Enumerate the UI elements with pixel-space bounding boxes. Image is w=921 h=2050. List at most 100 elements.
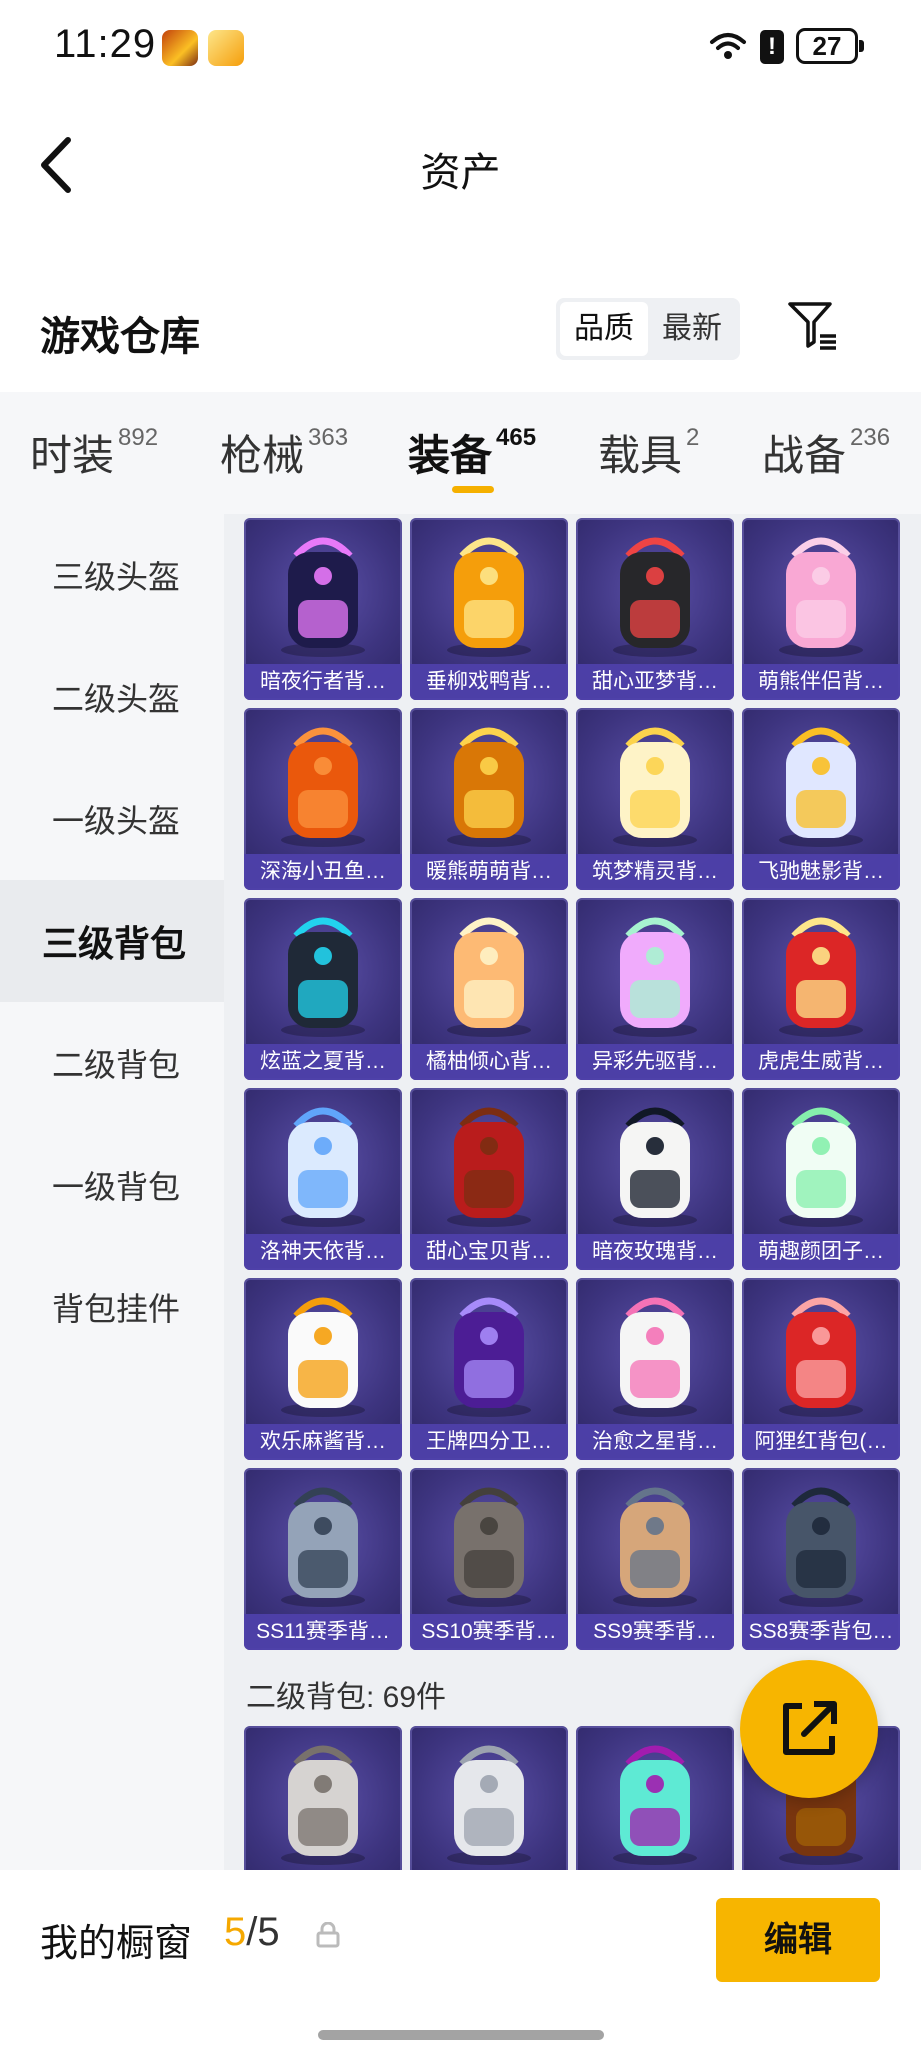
backpack-icon bbox=[281, 917, 365, 1037]
backpack-icon bbox=[447, 1297, 531, 1417]
item-card[interactable]: 炫蓝之夏背… bbox=[244, 898, 402, 1080]
backpack-icon bbox=[779, 917, 863, 1037]
item-card[interactable]: 飞驰魅影背… bbox=[742, 708, 900, 890]
item-name: 飞驰魅影背… bbox=[742, 854, 900, 890]
tab-count: 892 bbox=[118, 424, 159, 451]
tab-count: 363 bbox=[308, 424, 349, 451]
backpack-icon bbox=[613, 917, 697, 1037]
backpack-icon bbox=[281, 727, 365, 847]
item-name: 虎虎生威背… bbox=[742, 1044, 900, 1080]
warehouse-title: 游戏仓库 bbox=[40, 315, 200, 359]
sort-latest-button[interactable]: 最新 bbox=[648, 302, 736, 356]
backpack-icon bbox=[447, 537, 531, 657]
backpack-icon bbox=[779, 1297, 863, 1417]
backpack-icon bbox=[281, 1107, 365, 1227]
tab-vehicles[interactable]: 载具 2 bbox=[598, 422, 699, 483]
tab-weapons[interactable]: 枪械 363 bbox=[220, 422, 348, 483]
item-name: 筑梦精灵背… bbox=[576, 854, 734, 890]
item-card[interactable]: 深海小丑鱼… bbox=[244, 708, 402, 890]
showcase-bar: 我的橱窗 5/5 编辑 bbox=[0, 1870, 921, 2050]
filter-icon[interactable] bbox=[786, 298, 842, 354]
backpack-icon bbox=[447, 917, 531, 1037]
share-icon bbox=[783, 1701, 837, 1755]
showcase-total: 5 bbox=[257, 1910, 280, 1954]
status-time: 11:29 bbox=[54, 22, 157, 66]
tab-supplies[interactable]: 战备 236 bbox=[762, 422, 890, 483]
item-name: 橘柚倾心背… bbox=[410, 1044, 568, 1080]
item-name: 阿狸红背包(… bbox=[742, 1424, 900, 1460]
item-card[interactable]: 暗夜行者背… bbox=[244, 518, 402, 700]
sidebar-item-backpack-charm[interactable]: 背包挂件 bbox=[0, 1246, 224, 1368]
item-card[interactable]: 筑梦精灵背… bbox=[576, 708, 734, 890]
item-card[interactable]: 萌熊伴侣背… bbox=[742, 518, 900, 700]
item-card[interactable]: 欢乐麻酱背… bbox=[244, 1278, 402, 1460]
backpack-icon bbox=[281, 1487, 365, 1607]
item-card[interactable]: 王牌四分卫… bbox=[410, 1278, 568, 1460]
item-card[interactable]: 萌趣颜团子… bbox=[742, 1088, 900, 1270]
tab-label: 枪械 bbox=[220, 432, 305, 479]
backpack-icon bbox=[447, 727, 531, 847]
backpack-icon bbox=[613, 1745, 697, 1865]
item-card[interactable]: 异彩先驱背… bbox=[576, 898, 734, 1080]
backpack-icon bbox=[613, 1107, 697, 1227]
sidebar-item-backpack-1[interactable]: 一级背包 bbox=[0, 1124, 224, 1246]
item-card[interactable] bbox=[244, 1726, 402, 1870]
backpack-icon bbox=[779, 727, 863, 847]
sidebar-item-helmet-2[interactable]: 二级头盔 bbox=[0, 636, 224, 758]
item-name: 炫蓝之夏背… bbox=[244, 1044, 402, 1080]
item-name: 暗夜行者背… bbox=[244, 664, 402, 700]
item-name: 甜心亚梦背… bbox=[576, 664, 734, 700]
tab-label: 时装 bbox=[30, 432, 115, 479]
item-card[interactable]: SS9赛季背… bbox=[576, 1468, 734, 1650]
showcase-count: 5/5 bbox=[224, 1910, 280, 1955]
item-card[interactable]: 暗夜玫瑰背… bbox=[576, 1088, 734, 1270]
item-card[interactable]: 垂柳戏鸭背… bbox=[410, 518, 568, 700]
item-card[interactable]: 橘柚倾心背… bbox=[410, 898, 568, 1080]
item-card[interactable]: 甜心宝贝背… bbox=[410, 1088, 568, 1270]
item-name: 暗夜玫瑰背… bbox=[576, 1234, 734, 1270]
item-card[interactable]: 阿狸红背包(… bbox=[742, 1278, 900, 1460]
item-name: 暖熊萌萌背… bbox=[410, 854, 568, 890]
sidebar-item-helmet-3[interactable]: 三级头盔 bbox=[0, 514, 224, 636]
item-name: 垂柳戏鸭背… bbox=[410, 664, 568, 700]
item-name: 深海小丑鱼… bbox=[244, 854, 402, 890]
tab-count: 236 bbox=[850, 424, 891, 451]
item-card[interactable]: 虎虎生威背… bbox=[742, 898, 900, 1080]
status-bar: 11:29 ! 27 bbox=[0, 0, 921, 96]
tab-label: 载具 bbox=[598, 432, 683, 479]
tab-count: 2 bbox=[686, 424, 700, 451]
tab-equipment[interactable]: 装备 465 bbox=[408, 422, 536, 483]
page-title: 资产 bbox=[420, 151, 501, 195]
tab-fashion[interactable]: 时装 892 bbox=[30, 422, 158, 483]
item-card[interactable]: SS10赛季背… bbox=[410, 1468, 568, 1650]
share-button[interactable] bbox=[740, 1660, 878, 1798]
item-card[interactable] bbox=[410, 1726, 568, 1870]
item-card[interactable]: 暖熊萌萌背… bbox=[410, 708, 568, 890]
item-name: 王牌四分卫… bbox=[410, 1424, 568, 1460]
showcase-label: 我的橱窗 bbox=[40, 1923, 193, 1965]
sidebar-item-backpack-3[interactable]: 三级背包 bbox=[0, 880, 224, 1002]
sidebar-item-backpack-2[interactable]: 二级背包 bbox=[0, 1002, 224, 1124]
tab-label: 战备 bbox=[762, 432, 847, 479]
item-name: 欢乐麻酱背… bbox=[244, 1424, 402, 1460]
edit-button[interactable]: 编辑 bbox=[716, 1898, 880, 1982]
game-app-icon bbox=[162, 30, 198, 66]
sort-quality-button[interactable]: 品质 bbox=[560, 302, 648, 356]
item-name: SS9赛季背… bbox=[576, 1614, 734, 1650]
item-card[interactable]: SS8赛季背包… bbox=[742, 1468, 900, 1650]
backpack-icon bbox=[281, 1297, 365, 1417]
backpack-icon bbox=[613, 1297, 697, 1417]
sidebar-item-helmet-1[interactable]: 一级头盔 bbox=[0, 758, 224, 880]
battery-indicator: 27 bbox=[796, 28, 864, 64]
backpack-icon bbox=[447, 1487, 531, 1607]
backpack-icon bbox=[613, 537, 697, 657]
item-card[interactable] bbox=[576, 1726, 734, 1870]
item-card[interactable]: 治愈之星背… bbox=[576, 1278, 734, 1460]
item-card[interactable]: SS11赛季背… bbox=[244, 1468, 402, 1650]
item-card[interactable]: 甜心亚梦背… bbox=[576, 518, 734, 700]
item-card[interactable]: 洛神天依背… bbox=[244, 1088, 402, 1270]
home-indicator bbox=[318, 2030, 604, 2040]
sort-toggle: 品质 最新 bbox=[556, 298, 740, 360]
active-tab-indicator bbox=[452, 486, 494, 493]
backpack-icon bbox=[447, 1745, 531, 1865]
